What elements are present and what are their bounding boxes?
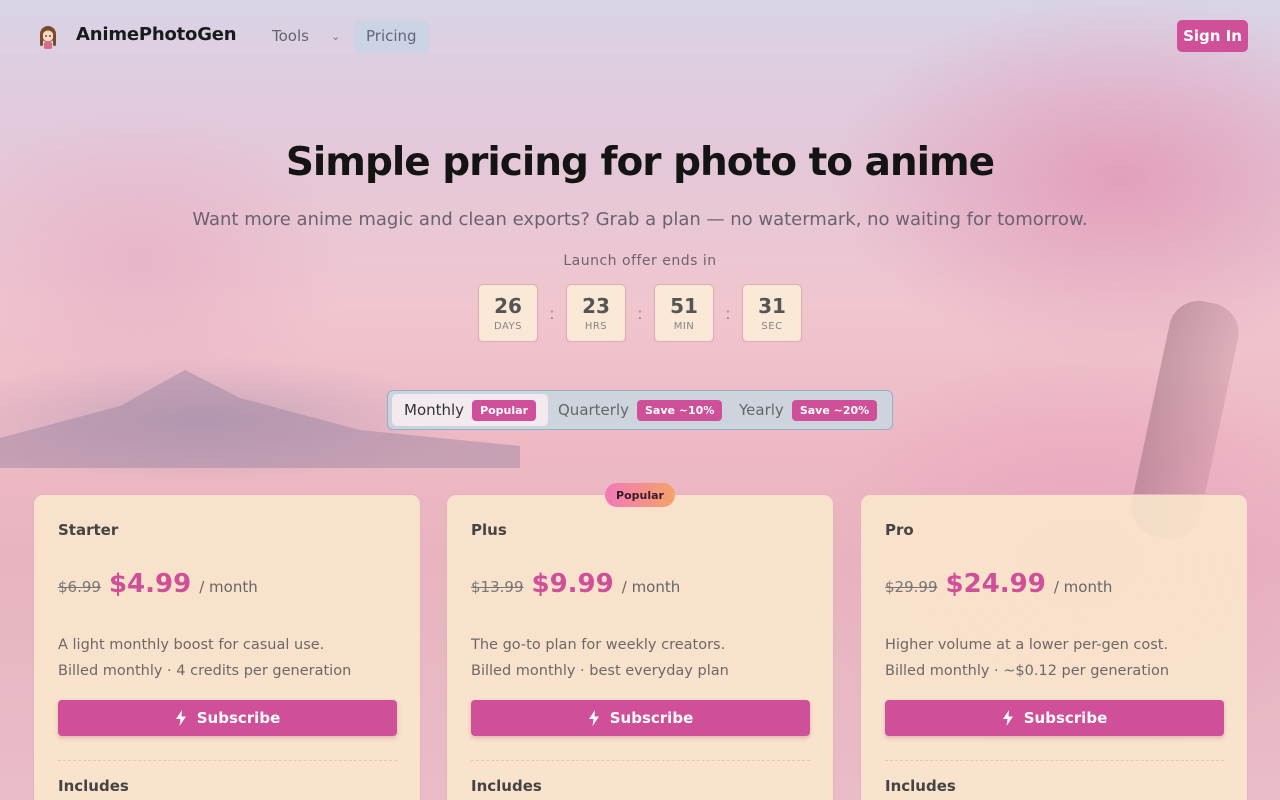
plan-description: Higher volume at a lower per-gen cost. B… <box>885 632 1169 684</box>
plan-period: / month <box>1053 578 1113 596</box>
period-label: Yearly <box>739 401 784 419</box>
countdown-days: 26 DAYS <box>478 284 538 342</box>
period-badge: Save ~20% <box>791 399 878 421</box>
countdown-separator: : <box>725 303 731 323</box>
plan-billing-note: Billed monthly · best everyday plan <box>471 663 729 679</box>
offer-countdown: 26 DAYS : 23 HRS : 51 MIN : 31 SEC <box>478 284 802 342</box>
period-option-quarterly[interactable]: Quarterly Save ~10% <box>546 394 734 426</box>
plan-card-starter: Starter $6.99 $4.99 / month A light mont… <box>33 494 421 800</box>
countdown-unit: DAYS <box>493 321 523 332</box>
plan-card-plus: Plus $13.99 $9.99 / month The go-to plan… <box>446 494 834 800</box>
plan-includes-heading: Includes <box>885 777 956 795</box>
countdown-separator: : <box>549 303 555 323</box>
plan-period: / month <box>621 578 681 596</box>
pricing-label: Pricing <box>366 27 417 45</box>
plan-price: $9.99 <box>531 569 614 599</box>
popular-plan-badge: Popular <box>605 483 675 507</box>
countdown-unit: HRS <box>584 321 608 332</box>
plan-billing-note: Billed monthly · 4 credits per generatio… <box>58 663 352 679</box>
plan-old-price: $6.99 <box>58 578 101 596</box>
card-divider <box>471 760 810 761</box>
plan-price-row: $6.99 $4.99 / month <box>58 569 258 599</box>
period-label: Quarterly <box>558 401 629 419</box>
nav-pricing-link[interactable]: Pricing <box>354 20 429 52</box>
lightning-bolt-icon <box>175 710 186 726</box>
plan-tagline: Higher volume at a lower per-gen cost. <box>885 637 1169 653</box>
lightning-bolt-icon <box>1002 710 1013 726</box>
countdown-value: 23 <box>582 294 610 318</box>
page-subtitle: Want more anime magic and clean exports?… <box>192 209 1088 230</box>
lightning-bolt-icon <box>588 710 599 726</box>
plan-tagline: The go-to plan for weekly creators. <box>471 637 726 653</box>
countdown-value: 26 <box>494 294 522 318</box>
plan-card-pro: Pro $29.99 $24.99 / month Higher volume … <box>860 494 1248 800</box>
subscribe-button[interactable]: Subscribe <box>58 700 397 736</box>
offer-countdown-label: Launch offer ends in <box>563 253 717 269</box>
plan-name: Plus <box>471 521 507 539</box>
countdown-minutes: 51 MIN <box>654 284 714 342</box>
plan-name: Starter <box>58 521 119 539</box>
plan-old-price: $29.99 <box>885 578 938 596</box>
top-nav: AnimePhotoGen Tools ⌄ Pricing Sign In <box>0 0 1280 72</box>
plan-price-row: $13.99 $9.99 / month <box>471 569 680 599</box>
plan-price-row: $29.99 $24.99 / month <box>885 569 1112 599</box>
subscribe-label: Subscribe <box>196 709 281 727</box>
plan-period: / month <box>199 578 258 596</box>
subscribe-label: Subscribe <box>609 709 694 727</box>
plan-tagline: A light monthly boost for casual use. <box>58 637 325 653</box>
brand-name[interactable]: AnimePhotoGen <box>76 24 237 45</box>
plan-description: A light monthly boost for casual use. Bi… <box>58 632 351 684</box>
page-title: Simple pricing for photo to anime <box>285 140 995 185</box>
card-divider <box>885 760 1224 761</box>
tools-menu[interactable]: Tools ⌄ <box>262 20 350 52</box>
period-badge: Save ~10% <box>637 399 723 421</box>
plan-billing-note: Billed monthly · ~$0.12 per generation <box>885 663 1170 679</box>
billing-period-toggle: Monthly Popular Quarterly Save ~10% Year… <box>387 390 893 430</box>
period-option-monthly[interactable]: Monthly Popular <box>392 394 549 426</box>
card-divider <box>58 760 397 761</box>
tools-label: Tools <box>272 27 309 45</box>
plan-price: $4.99 <box>108 569 192 599</box>
period-label: Monthly <box>404 401 465 419</box>
anime-girl-logo-icon[interactable] <box>36 23 60 49</box>
countdown-seconds: 31 SEC <box>742 284 802 342</box>
subscribe-button[interactable]: Subscribe <box>885 700 1224 736</box>
period-option-yearly[interactable]: Yearly Save ~20% <box>727 394 889 426</box>
plan-old-price: $13.99 <box>471 578 524 596</box>
countdown-value: 31 <box>758 294 786 318</box>
countdown-unit: SEC <box>761 321 783 332</box>
subscribe-label: Subscribe <box>1023 709 1108 727</box>
chevron-down-icon: ⌄ <box>330 29 341 43</box>
plan-includes-heading: Includes <box>58 777 129 795</box>
countdown-unit: MIN <box>673 321 695 332</box>
sign-in-button[interactable]: Sign In <box>1177 20 1248 52</box>
period-badge: Popular <box>472 399 537 421</box>
plan-price: $24.99 <box>945 569 1046 599</box>
subscribe-button[interactable]: Subscribe <box>471 700 810 736</box>
plan-includes-heading: Includes <box>471 777 542 795</box>
countdown-hours: 23 HRS <box>566 284 626 342</box>
countdown-separator: : <box>637 303 643 323</box>
plan-name: Pro <box>885 521 914 539</box>
plan-description: The go-to plan for weekly creators. Bill… <box>471 632 729 684</box>
countdown-value: 51 <box>670 294 698 318</box>
